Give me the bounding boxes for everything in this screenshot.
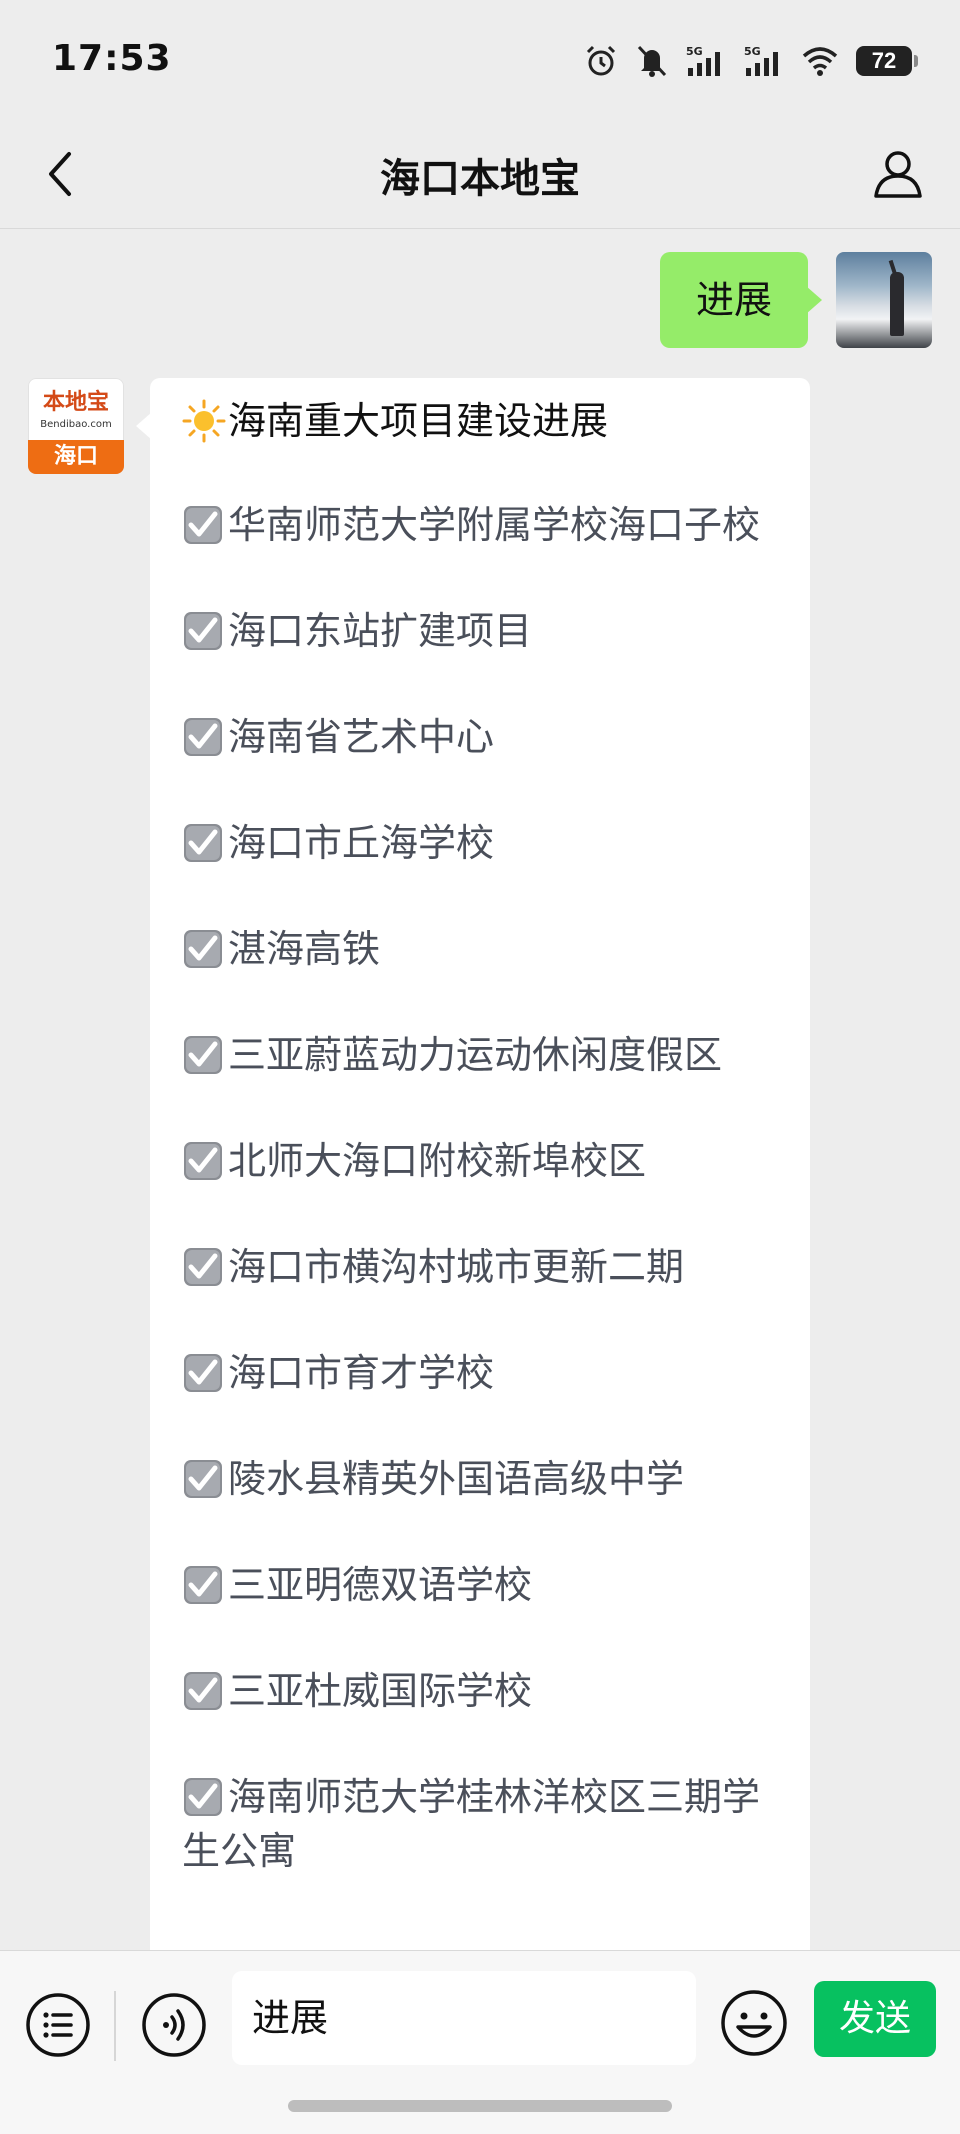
menu-list-icon[interactable]	[24, 1991, 92, 2059]
checkbox-checked-icon	[184, 1248, 222, 1286]
checkbox-checked-icon	[184, 1672, 222, 1710]
list-item-label: 海口市育才学校	[228, 1351, 495, 1395]
list-item: 海南省艺术中心	[182, 710, 778, 764]
checkbox-checked-icon	[184, 718, 222, 756]
status-bar: 17:53 5G 5G 72	[0, 0, 960, 120]
list-item: 海口市育才学校	[182, 1346, 778, 1400]
list-item: 海口市丘海学校	[182, 816, 778, 870]
list-item: 陵水县精英外国语高级中学	[182, 1452, 778, 1506]
bot-avatar[interactable]: 本地宝 Bendibao.com 海口	[28, 378, 124, 474]
message-input[interactable]: 进展	[232, 1971, 696, 2065]
checkbox-checked-icon	[184, 1142, 222, 1180]
avatar-logo-text: 本地宝	[42, 390, 109, 415]
list-item: 北师大海口附校新埠校区	[182, 1134, 778, 1188]
sent-message-bubble[interactable]: 进展	[659, 252, 823, 348]
list-item: 三亚杜威国际学校	[182, 1664, 778, 1718]
checkbox-checked-icon	[184, 930, 222, 968]
wifi-icon	[802, 47, 838, 76]
project-list: 华南师范大学附属学校海口子校 海口东站扩建项目 海南省艺术中心 海口市丘海学校 湛海高铁…	[182, 498, 778, 1878]
sent-message-row: 进展	[659, 252, 932, 348]
checkbox-checked-icon	[184, 824, 222, 862]
message-heading: 海南重大项目建设进展	[182, 394, 778, 448]
list-item: 海口东站扩建项目	[182, 604, 778, 658]
nav-bar: 海口本地宝	[0, 120, 960, 229]
signal-5g-icon: 5G	[744, 45, 778, 76]
alarm-icon	[586, 45, 616, 76]
list-item-label: 海南师范大学桂林洋校区三期学生公寓	[182, 1775, 761, 1873]
avatar-logo-url: Bendibao.com	[40, 419, 112, 430]
signal-5g-icon: 5G	[686, 45, 720, 76]
checkbox-checked-icon	[184, 1036, 222, 1074]
list-item-label: 海口市丘海学校	[228, 821, 495, 865]
list-item-label: 海口市横沟村城市更新二期	[228, 1245, 685, 1289]
list-item-label: 三亚明德双语学校	[228, 1563, 533, 1607]
list-item-label: 陵水县精英外国语高级中学	[228, 1457, 685, 1501]
battery-icon: 72	[856, 46, 918, 76]
list-item-label: 三亚蔚蓝动力运动休闲度假区	[228, 1033, 723, 1077]
person-icon	[874, 151, 922, 198]
input-divider	[114, 1991, 116, 2061]
list-item: 海南师范大学桂林洋校区三期学生公寓	[182, 1770, 778, 1878]
list-item-label: 北师大海口附校新埠校区	[228, 1139, 647, 1183]
checkbox-checked-icon	[184, 1566, 222, 1604]
emoji-icon[interactable]	[718, 1987, 790, 2059]
message-heading-text: 海南重大项目建设进展	[228, 399, 609, 443]
list-item: 海口市横沟村城市更新二期	[182, 1240, 778, 1294]
list-item-label: 湛海高铁	[228, 927, 381, 971]
status-time: 17:53	[52, 38, 172, 79]
page-title: 海口本地宝	[380, 156, 580, 202]
profile-button[interactable]	[866, 142, 930, 206]
user-avatar[interactable]	[836, 252, 932, 348]
list-item: 华南师范大学附属学校海口子校	[182, 498, 778, 552]
checkbox-checked-icon	[184, 612, 222, 650]
received-message-bubble[interactable]: 海南重大项目建设进展 华南师范大学附属学校海口子校 海口东站扩建项目 海南省艺术中心…	[136, 378, 810, 1950]
send-button[interactable]: 发送	[814, 1981, 936, 2057]
avatar-city-label: 海口	[28, 440, 124, 474]
checkbox-checked-icon	[184, 506, 222, 544]
checkbox-checked-icon	[184, 1778, 222, 1816]
list-item: 湛海高铁	[182, 922, 778, 976]
list-item-label: 海口东站扩建项目	[228, 609, 533, 653]
checkbox-checked-icon	[184, 1460, 222, 1498]
checkbox-checked-icon	[184, 1354, 222, 1392]
mute-icon	[637, 45, 667, 77]
chat-area[interactable]: 进展 本地宝 Bendibao.com 海口 海南重大项目建设进展 华南师范大学…	[0, 228, 960, 1950]
status-icons: 5G 5G 72	[584, 44, 918, 78]
received-message-row: 本地宝 Bendibao.com 海口 海南重大项目建设进展 华南师范大学附属学…	[28, 378, 810, 1950]
svg-text:5G: 5G	[744, 45, 761, 58]
home-indicator[interactable]	[288, 2100, 672, 2112]
list-item-label: 三亚杜威国际学校	[228, 1669, 533, 1713]
sun-icon	[182, 399, 226, 443]
svg-text:5G: 5G	[686, 45, 703, 58]
list-item: 三亚明德双语学校	[182, 1558, 778, 1612]
list-item-label: 海南省艺术中心	[228, 715, 495, 759]
list-item: 三亚蔚蓝动力运动休闲度假区	[182, 1028, 778, 1082]
voice-input-icon[interactable]	[140, 1991, 208, 2059]
list-item-label: 华南师范大学附属学校海口子校	[228, 503, 761, 547]
